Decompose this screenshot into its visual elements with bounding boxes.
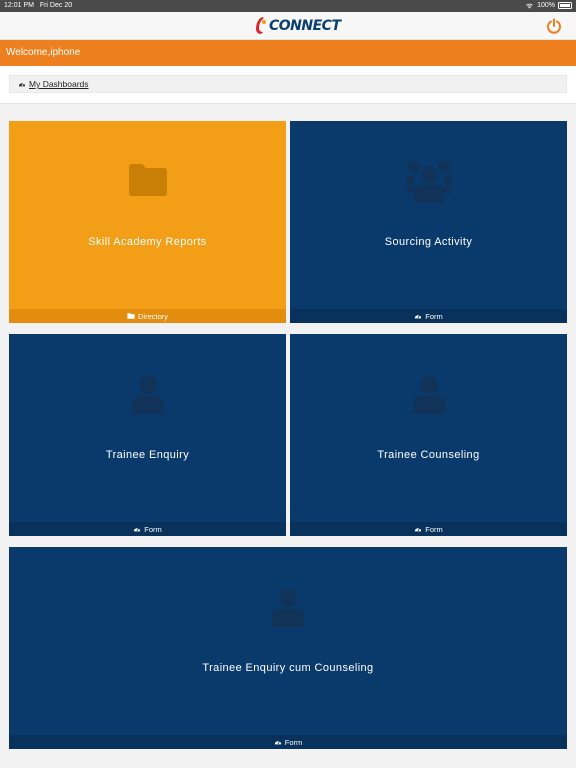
tile-title: Trainee Counseling [377,449,480,461]
users-group-icon [404,161,453,203]
folder-icon [128,164,167,196]
dashboard-gauge-icon [274,741,281,745]
tile-trainee-enquiry[interactable]: Trainee Enquiry Form [9,334,286,536]
user-icon [131,376,164,414]
status-bar: 12:01 PM Fri Dec 20 100% [0,0,576,12]
tile-footer: Form [290,309,567,323]
tile-footer-label: Directory [137,311,168,321]
battery-percent: 100% [537,2,555,9]
breadcrumb[interactable]: My Dashboards [9,75,567,93]
user-icon [272,589,304,627]
logo-mark-icon [256,17,266,34]
power-icon[interactable] [546,18,562,34]
tile-sourcing-activity[interactable]: Sourcing Activity Form [290,121,567,323]
wifi-icon [526,3,533,9]
logo-text: CONNECT [269,18,341,34]
tile-skill-academy-reports[interactable]: Skill Academy Reports Directory [9,121,286,323]
dashboard-gauge-icon [415,315,422,319]
dashboard-gauge-icon [18,83,26,87]
tile-title: Trainee Enquiry cum Counseling [202,662,374,674]
breadcrumb-panel: My Dashboards [0,66,576,104]
welcome-text: Welcome,iphone [6,47,81,58]
tile-title: Trainee Enquiry [105,449,190,461]
welcome-banner: Welcome,iphone [0,40,576,66]
folder-icon [127,313,135,319]
tile-footer-label: Form [144,524,162,534]
tile-title: Sourcing Activity [384,236,473,248]
tile-footer-label: Form [425,311,443,321]
user-icon [412,376,445,414]
tile-trainee-enquiry-cum-counseling[interactable]: Trainee Enquiry cum Counseling Form [9,547,567,749]
status-right: 100% [525,2,572,9]
tile-footer: Form [9,735,567,749]
battery-icon [558,2,572,9]
tile-footer: Directory [9,309,286,323]
status-time: 12:01 PM Fri Dec 20 [4,2,73,9]
tile-footer-label: Form [425,524,443,534]
tile-trainee-counseling[interactable]: Trainee Counseling Form [290,334,567,536]
dashboard-gauge-icon [134,528,141,532]
tile-title: Skill Academy Reports [88,236,207,248]
tile-footer-label: Form [284,737,303,747]
tile-footer: Form [9,522,286,536]
my-dashboards-link[interactable]: My Dashboards [29,79,89,89]
dashboard-gauge-icon [415,528,422,532]
nav-bar: CONNECT [0,12,576,40]
tile-footer: Form [290,522,567,536]
app-logo: CONNECT [254,16,341,36]
